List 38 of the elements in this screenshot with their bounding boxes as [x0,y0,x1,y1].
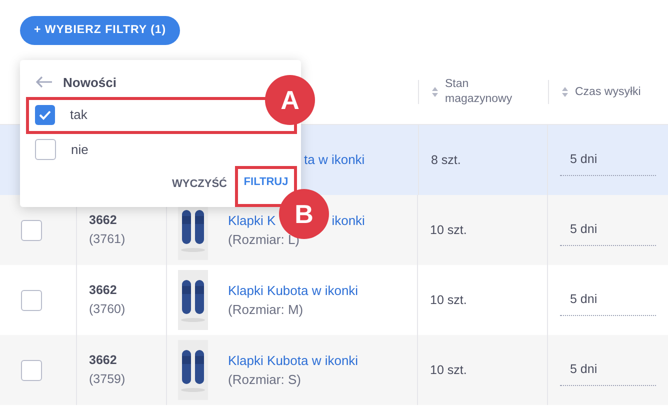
checkbox[interactable] [35,105,55,126]
filter-option[interactable]: nie [35,134,88,166]
checkbox[interactable] [35,139,56,160]
variant-id: (3761) [89,231,126,248]
stock-count: 10 szt. [430,362,467,379]
product-id: 3662 [89,212,118,230]
product-link[interactable]: ikonki [332,210,365,230]
product-link[interactable]: Klapki K [228,210,276,230]
shipping-time-field[interactable]: 5 dni [560,214,656,246]
column-header[interactable]: Czas wysyłki [575,84,665,100]
popup-title: Nowości [63,74,116,92]
filter-button[interactable]: + WYBIERZ FILTRY (1) [20,16,180,45]
checkbox[interactable] [21,290,42,310]
product-id: 3662 [89,282,118,300]
product-size: (Rozmiar: M) [228,301,304,319]
checkmark-icon [38,108,52,122]
variant-id: (3760) [89,301,126,318]
checkbox[interactable] [21,360,42,380]
column-header[interactable]: Stan magazynowy [445,77,535,107]
clear-button[interactable]: WYCZYŚĆ [172,176,227,192]
variant-id: (3759) [89,371,126,388]
shipping-time-field[interactable]: 5 dni [560,284,656,316]
back-arrow-icon[interactable] [35,76,53,88]
product-link[interactable]: Klapki Kubota w ikonki [228,280,358,300]
filter-submit-button[interactable]: FILTRUJ [244,174,288,191]
stock-count: 10 szt. [430,222,467,239]
sort-icon[interactable] [561,86,569,98]
product-link[interactable]: ta w ikonki [304,150,365,170]
sort-icon[interactable] [431,86,439,98]
stock-count: 8 szt. [431,152,461,169]
shipping-time-field[interactable]: 5 dni [560,144,656,176]
product-id: 3662 [89,352,118,370]
checkbox[interactable] [21,220,42,240]
stock-count: 10 szt. [430,292,467,309]
product-link[interactable]: Klapki Kubota w ikonki [228,350,358,370]
table-row[interactable]: 3662 (3759) Klapki Kubota w ikonki (Rozmiar: S) 10 szt. 5 dni [0,335,668,405]
product-size: (Rozmiar: S) [228,371,302,389]
shipping-time-field[interactable]: 5 dni [560,354,656,386]
